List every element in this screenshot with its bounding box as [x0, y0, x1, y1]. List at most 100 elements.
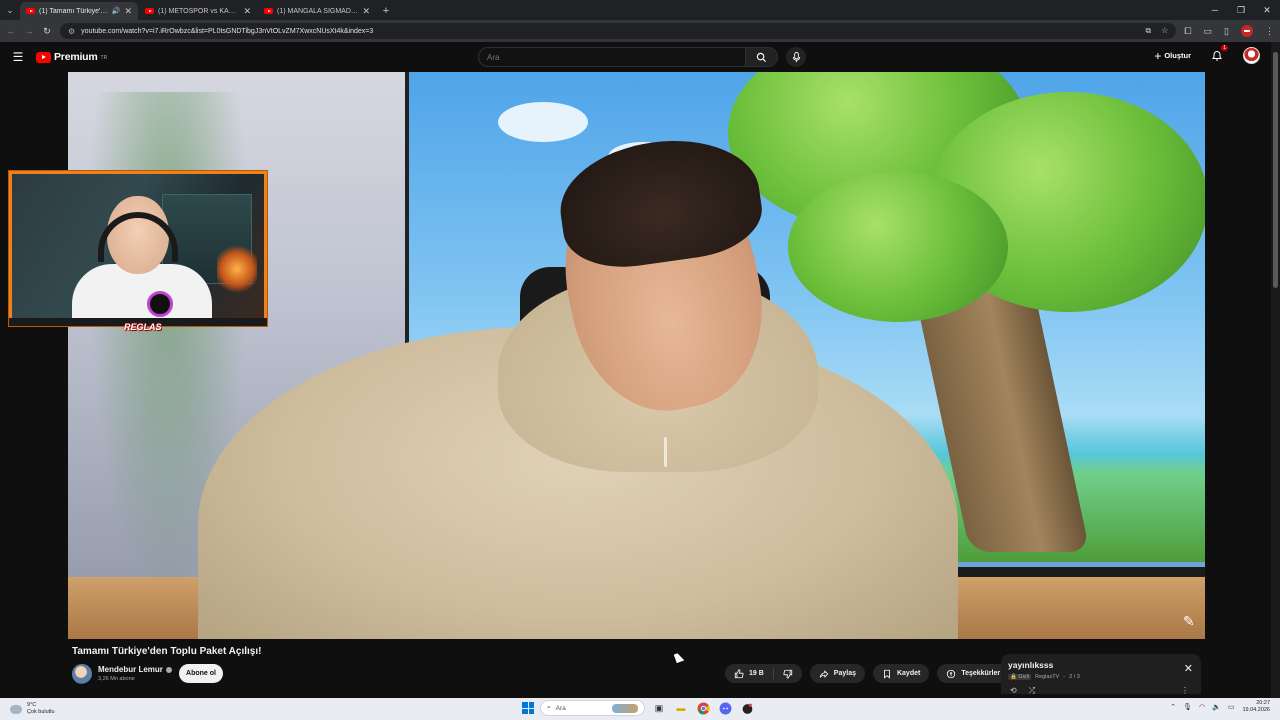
site-info-icon[interactable]: ⚙ [68, 27, 75, 36]
share-button[interactable]: Paylaş [809, 664, 865, 683]
cloud-icon [10, 704, 22, 714]
microphone-icon [792, 51, 800, 62]
video-title: Tamamı Türkiye'den Toplu Paket Açılışı! [72, 646, 262, 657]
like-dislike-group: 19 B [725, 664, 802, 683]
subscribe-button[interactable]: Abone ol [179, 664, 223, 683]
app-icon[interactable] [739, 700, 755, 716]
search-icon: ⌕ [547, 704, 551, 711]
chrome-icon[interactable] [695, 700, 711, 716]
super-thanks-icon [947, 669, 956, 678]
create-label: Oluştur [1164, 51, 1191, 60]
voice-search-button[interactable] [786, 47, 806, 67]
account-avatar[interactable] [1243, 47, 1260, 64]
browser-menu-icon[interactable]: ⋮ [1265, 26, 1274, 37]
playlist-menu-icon[interactable]: ⋮ [1181, 686, 1189, 695]
minimize-icon[interactable]: ─ [1202, 5, 1228, 15]
url-text[interactable]: youtube.com/watch?v=i7.iRrOwbzc&list=PL0… [81, 28, 373, 35]
subscriber-count: 3,26 Mn abone [98, 676, 135, 682]
youtube-header: ☰ Premium TR + Oluştur 1 [0, 42, 1280, 72]
browser-tab-3[interactable]: (1) MANGALA SIĞMADI!! DİNA ✕ [258, 2, 376, 20]
wifi-icon[interactable]: ◠ [1199, 703, 1205, 711]
tab-search-chevron-icon[interactable]: ⌄ [0, 0, 20, 20]
start-button[interactable] [522, 702, 534, 714]
verified-icon [165, 666, 172, 673]
microphone-icon[interactable]: 🎙 [1183, 703, 1192, 711]
weather-condition: Çok bulutlu [27, 709, 55, 715]
tab-close-icon[interactable]: ✕ [243, 6, 251, 17]
streamer-logo: REGLAS [124, 322, 162, 332]
browser-tab-1[interactable]: (1) Tamamı Türkiye'den Top 🔊 ✕ [20, 2, 138, 20]
notifications-button[interactable]: 1 [1209, 44, 1228, 64]
battery-icon[interactable]: ▭ [1228, 703, 1235, 711]
install-app-icon[interactable]: ⧉ [1145, 26, 1151, 36]
extensions-icon[interactable]: ⧠ [1184, 26, 1191, 37]
channel-name-text[interactable]: Mendebur Lemur [98, 665, 163, 674]
scrollbar-thumb[interactable] [1273, 52, 1278, 288]
search-bar [478, 47, 806, 67]
dislike-button[interactable] [774, 664, 802, 683]
system-tray: ⌃ 🎙 ◠ 🔈 ▭ 20:27 19.04.2026 [1170, 700, 1270, 714]
clock[interactable]: 20:27 19.04.2026 [1242, 700, 1270, 714]
task-view-icon[interactable]: ▣ [651, 700, 667, 716]
youtube-favicon-icon [26, 8, 35, 14]
new-tab-button[interactable]: + [377, 2, 395, 20]
webcam-overlay [9, 171, 267, 326]
mouse-cursor-icon [673, 651, 685, 664]
close-window-icon[interactable]: ✕ [1254, 5, 1280, 16]
logo-country: TR [100, 55, 108, 61]
taskbar-search[interactable]: ⌕ Ara [540, 700, 645, 716]
youtube-favicon-icon [264, 8, 273, 14]
playlist-position: 2 / 3 [1069, 674, 1080, 680]
shuffle-icon[interactable]: ⤮ [1029, 686, 1035, 696]
tab-close-icon[interactable]: ✕ [124, 6, 132, 17]
maximize-icon[interactable]: ❐ [1228, 5, 1254, 16]
discord-icon[interactable] [717, 700, 733, 716]
taskbar-search-placeholder: Ara [555, 704, 566, 712]
privacy-badge: 🔒 Gizli [1008, 674, 1032, 680]
youtube-favicon-icon [145, 8, 154, 14]
split-view-icon[interactable]: ▯ [1224, 26, 1229, 37]
plus-icon: + [1154, 48, 1162, 63]
chevron-up-icon[interactable]: ⌃ [1170, 703, 1176, 711]
page-scrollbar[interactable] [1271, 42, 1280, 698]
privacy-label: Gizli [1018, 674, 1030, 680]
thumbs-down-icon [783, 669, 792, 679]
forward-icon[interactable]: → [24, 26, 34, 36]
volume-icon[interactable]: 🔈 [1212, 703, 1221, 711]
address-bar-row: ← → ↻ ⚙ youtube.com/watch?v=i7.iRrOwbzc&… [0, 20, 1280, 42]
share-icon [819, 669, 829, 678]
thanks-button[interactable]: Teşekkürler [937, 664, 1010, 683]
speaker-icon[interactable]: 🔊 [112, 7, 121, 15]
bookmark-star-icon[interactable]: ☆ [1161, 26, 1168, 36]
tab-title: (1) Tamamı Türkiye'den Top [39, 7, 108, 15]
cast-icon[interactable]: ▭ [1204, 26, 1213, 37]
webcam-logo-ring [147, 291, 173, 317]
playlist-owner[interactable]: ReglasTV [1035, 674, 1059, 680]
channel-name[interactable]: Mendebur Lemur [98, 665, 172, 674]
file-explorer-icon[interactable]: ▬ [673, 700, 689, 716]
playlist-panel: yayınlıksss 🔒 Gizli ReglasTV - 2 / 3 ✕ ⟲… [1001, 654, 1201, 696]
video-player[interactable]: ✎ [68, 72, 1205, 639]
temperature: 9°C [27, 702, 37, 708]
reload-icon[interactable]: ↻ [42, 26, 52, 37]
hamburger-menu-icon[interactable]: ☰ [0, 50, 36, 64]
youtube-logo[interactable]: Premium TR [36, 51, 107, 63]
profile-icon[interactable] [1241, 25, 1253, 37]
close-icon[interactable]: ✕ [1184, 662, 1193, 675]
url-field[interactable]: ⚙ youtube.com/watch?v=i7.iRrOwbzc&list=P… [60, 23, 1177, 39]
back-icon[interactable]: ← [6, 26, 16, 36]
loop-icon[interactable]: ⟲ [1010, 686, 1017, 696]
thumbs-up-icon [734, 668, 744, 678]
tab-close-icon[interactable]: ✕ [362, 6, 370, 17]
search-button[interactable] [746, 47, 778, 67]
search-input[interactable] [478, 47, 746, 67]
bookmark-icon [884, 669, 890, 679]
playlist-title[interactable]: yayınlıksss [1008, 660, 1053, 670]
save-button[interactable]: Kaydet [872, 664, 930, 683]
weather-widget[interactable]: 9°C Çok bulutlu [0, 702, 180, 716]
tab-title: (1) MANGALA SIĞMADI!! DİNA [277, 7, 358, 15]
create-button[interactable]: + Oluştur [1154, 49, 1191, 63]
like-button[interactable]: 19 B [725, 664, 773, 683]
browser-tab-2[interactable]: (1) METOSPOR vs KADİM FUTB ✕ [139, 2, 257, 20]
channel-avatar[interactable] [72, 664, 92, 684]
